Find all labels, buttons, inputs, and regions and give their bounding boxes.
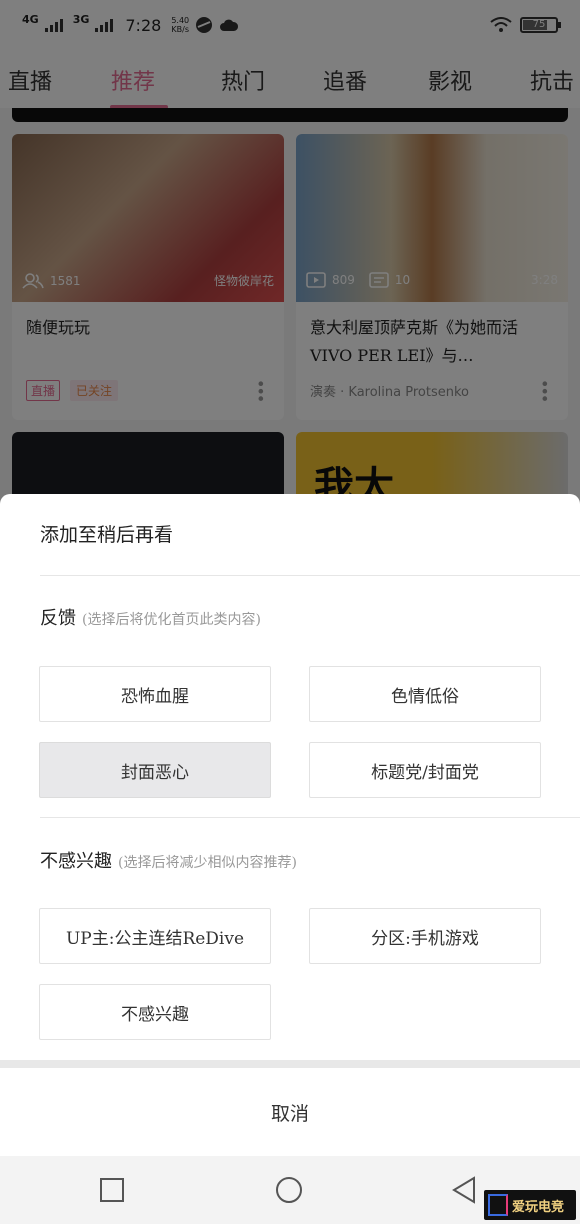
feedback-sheet: 添加至稍后再看 反馈 (选择后将优化首页此类内容) 恐怖血腥 色情低俗 封面恶心 …	[0, 494, 580, 1156]
recent-apps-button[interactable]	[98, 1176, 126, 1204]
dislike-option-uploader[interactable]: UP主:公主连结ReDive	[39, 908, 271, 964]
circle-icon	[276, 1177, 302, 1203]
feedback-option-gross-cover[interactable]: 封面恶心	[39, 742, 271, 798]
dislike-hint: (选择后将减少相似内容推荐)	[118, 855, 297, 871]
dislike-section-title: 不感兴趣 (选择后将减少相似内容推荐)	[40, 851, 297, 872]
triangle-back-icon	[452, 1176, 475, 1204]
feedback-option-gore[interactable]: 恐怖血腥	[39, 666, 271, 722]
back-button[interactable]	[450, 1176, 478, 1204]
feedback-option-vulgar[interactable]: 色情低俗	[309, 666, 541, 722]
sheet-separator	[0, 1060, 580, 1068]
square-icon	[100, 1178, 124, 1202]
cancel-button[interactable]: 取消	[0, 1068, 580, 1156]
feedback-option-clickbait[interactable]: 标题党/封面党	[309, 742, 541, 798]
watch-later-item[interactable]: 添加至稍后再看	[40, 520, 173, 547]
feedback-section-title: 反馈 (选择后将优化首页此类内容)	[40, 608, 261, 629]
system-nav-bar: 爱玩电竞	[0, 1156, 580, 1224]
dislike-option-not-interested[interactable]: 不感兴趣	[39, 984, 271, 1040]
watermark-text: 爱玩电竞	[512, 1199, 565, 1215]
watermark-icon	[488, 1194, 508, 1216]
watermark-logo: 爱玩电竞	[484, 1190, 576, 1220]
feedback-hint: (选择后将优化首页此类内容)	[82, 612, 261, 628]
dislike-option-category[interactable]: 分区:手机游戏	[309, 908, 541, 964]
divider	[40, 817, 580, 818]
home-button[interactable]	[275, 1176, 303, 1204]
divider	[40, 575, 580, 576]
